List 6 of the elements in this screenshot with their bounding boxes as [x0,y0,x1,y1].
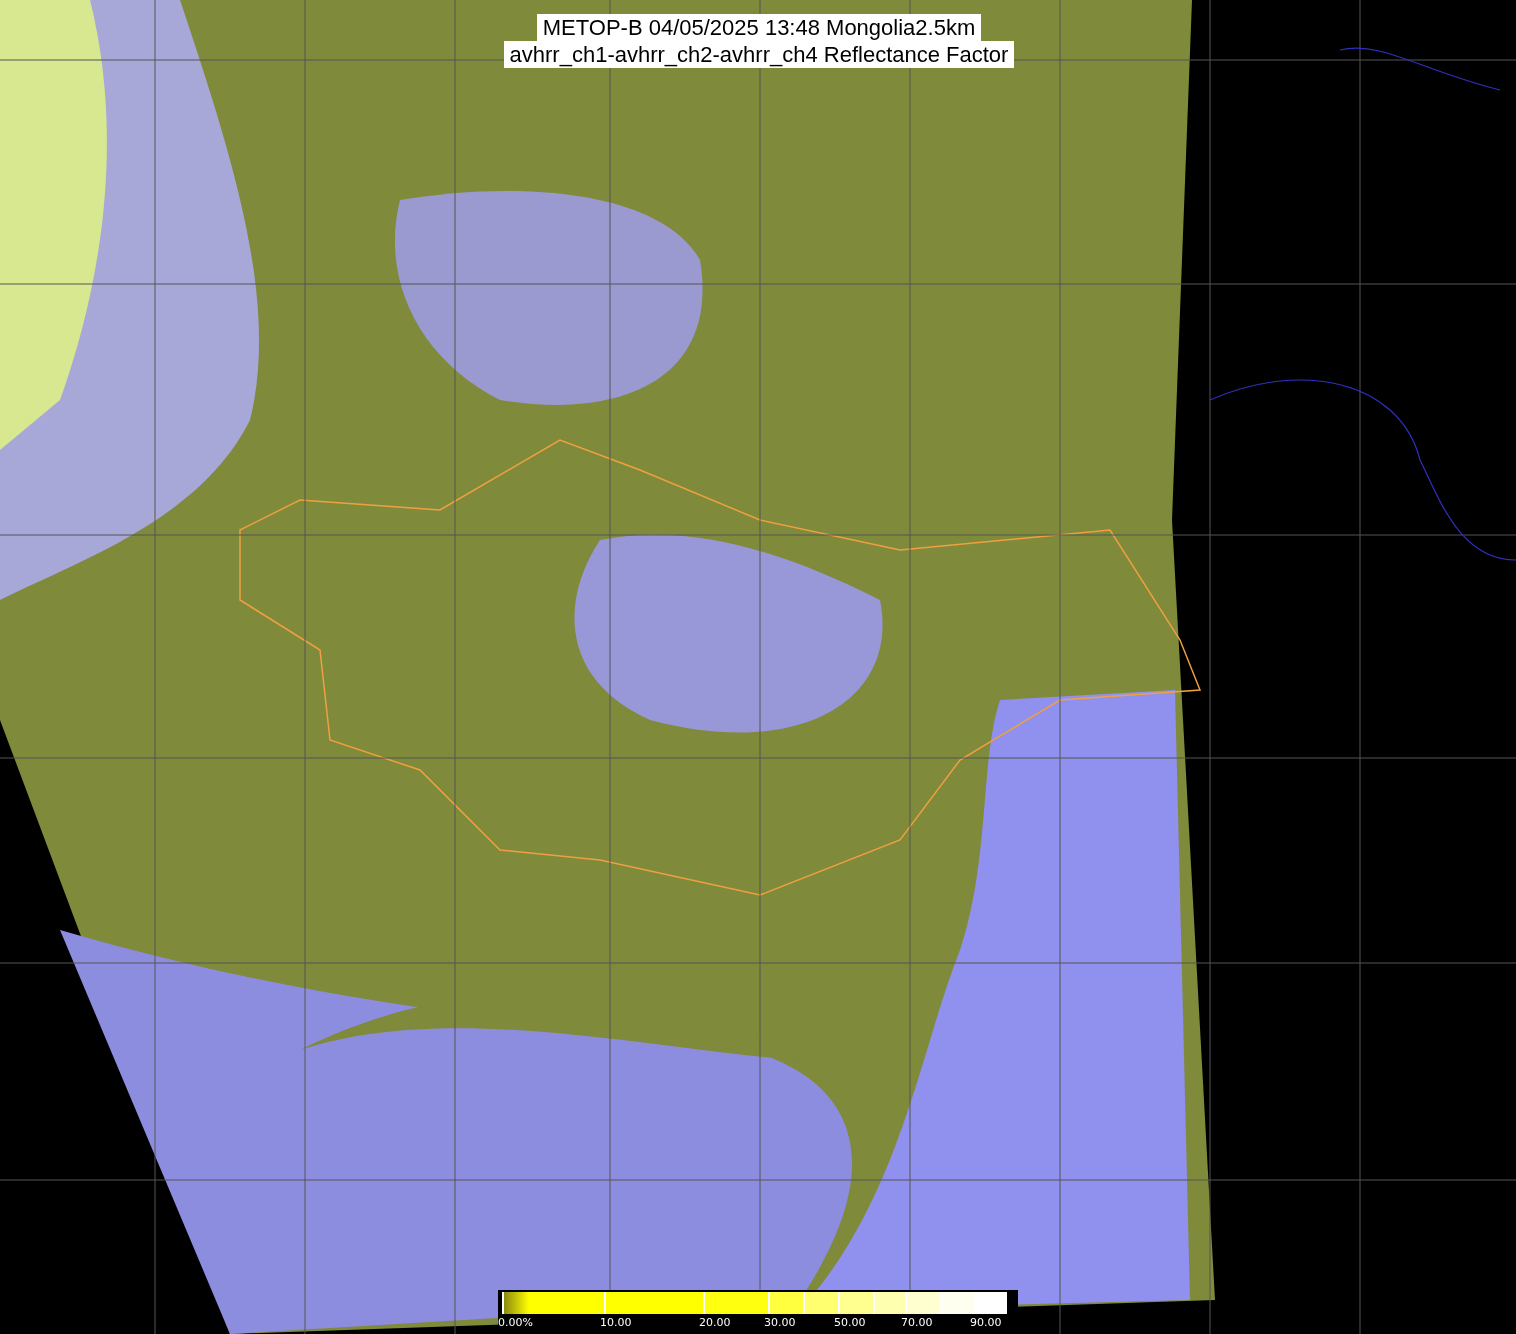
map-title: METOP-B 04/05/2025 13:48 Mongolia2.5km [536,14,982,41]
scale-label: 30.00 [764,1316,797,1330]
scale-label: 70.00 [901,1316,934,1330]
scale-label: 50.00 [834,1316,867,1330]
map-title: avhrr_ch1-avhrr_ch2-avhrr_ch4 Reflectance Factor [503,41,1015,68]
scale-label: 90.00 [970,1316,1003,1330]
